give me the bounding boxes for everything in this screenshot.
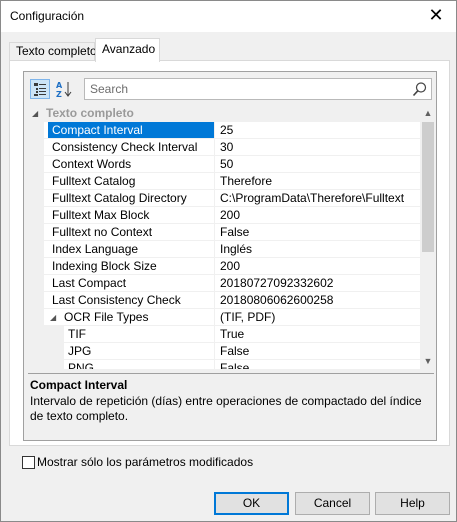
description-title: Compact Interval (30, 378, 128, 392)
property-name: Consistency Check Interval (52, 140, 198, 154)
row-margin (28, 360, 44, 369)
property-name: Context Words (52, 157, 132, 171)
property-value[interactable]: False (214, 343, 420, 360)
property-name: Compact Interval (48, 122, 214, 139)
property-value[interactable]: False (214, 224, 420, 241)
row-margin (28, 156, 44, 173)
property-row[interactable]: JPG False (28, 343, 420, 360)
row-margin (28, 258, 44, 275)
tab-avanzado[interactable]: Avanzado (95, 38, 160, 62)
property-row[interactable]: Index Language Inglés (28, 241, 420, 258)
row-margin (28, 343, 44, 360)
property-row[interactable]: Indexing Block Size 200 (28, 258, 420, 275)
property-value[interactable]: 20180806062600258 (214, 292, 420, 309)
property-value[interactable]: 200 (214, 207, 420, 224)
property-list: ◢ Texto completo Compact Interval 25 Consi… (28, 105, 420, 369)
property-value[interactable]: Inglés (214, 241, 420, 258)
property-row[interactable]: Last Consistency Check 20180806062600258 (28, 292, 420, 309)
modified-only-checkbox[interactable] (22, 456, 35, 469)
ok-button[interactable]: OK (214, 492, 289, 515)
sort-alpha-top-letter: A (56, 81, 63, 90)
property-grid: A Z ◢ Texto completo (23, 71, 437, 441)
property-name: Fulltext Catalog Directory (52, 191, 187, 205)
property-name: PNG (68, 361, 95, 369)
categorized-view-button[interactable] (30, 79, 50, 99)
category-row-texto-completo[interactable]: ◢ Texto completo (28, 105, 420, 122)
property-value[interactable]: 200 (214, 258, 420, 275)
description-pane: Compact Interval Intervalo de repetición… (28, 373, 434, 437)
property-name: Fulltext no Context (52, 225, 153, 239)
property-name: Indexing Block Size (52, 259, 157, 273)
property-name: Last Compact (52, 276, 127, 290)
category-label: Texto completo (46, 106, 134, 120)
property-row[interactable]: Context Words 50 (28, 156, 420, 173)
property-name: JPG (68, 344, 92, 358)
property-name: TIF (68, 327, 86, 341)
settings-dialog: Configuración ✕ Texto completo Avanzado (0, 0, 457, 522)
property-value[interactable]: True (214, 326, 420, 343)
row-margin (28, 275, 44, 292)
sort-alpha-bottom-letter: Z (56, 90, 62, 98)
property-name: Fulltext Catalog (52, 174, 136, 188)
child-indent (44, 326, 64, 343)
row-margin (28, 207, 44, 224)
modified-only-label[interactable]: Mostrar sólo los parámetros modificados (37, 456, 253, 469)
alphabetical-view-button[interactable]: A Z (54, 79, 74, 99)
search-input[interactable] (85, 79, 403, 99)
property-value[interactable]: 20180727092332602 (214, 275, 420, 292)
child-indent (44, 360, 64, 369)
tab-texto-completo[interactable]: Texto completo (9, 42, 97, 61)
child-indent (44, 343, 64, 360)
property-name: Last Consistency Check (52, 293, 181, 307)
property-row[interactable]: PNG False (28, 360, 420, 369)
property-row[interactable]: Fulltext Catalog Therefore (28, 173, 420, 190)
property-row[interactable]: Consistency Check Interval 30 (28, 139, 420, 156)
row-margin (28, 139, 44, 156)
property-value[interactable]: False (214, 360, 420, 369)
property-row[interactable]: Fulltext no Context False (28, 224, 420, 241)
property-row[interactable]: Compact Interval 25 (28, 122, 420, 139)
close-icon[interactable]: ✕ (424, 4, 448, 28)
property-value[interactable]: 50 (214, 156, 420, 173)
property-value[interactable]: C:\ProgramData\Therefore\Fulltext (214, 190, 420, 207)
row-margin (28, 309, 44, 326)
row-margin (28, 190, 44, 207)
expand-triangle-icon[interactable]: ◢ (50, 309, 56, 326)
property-value[interactable]: 25 (214, 122, 420, 139)
property-name: Fulltext Max Block (52, 208, 150, 222)
property-row[interactable]: TIF True (28, 326, 420, 343)
title-bar: Configuración ✕ (1, 1, 456, 32)
tab-panel-avanzado: A Z ◢ Texto completo (9, 60, 450, 446)
row-margin (28, 173, 44, 190)
collapse-triangle-icon[interactable]: ◢ (32, 105, 38, 122)
scroll-up-arrow-icon[interactable]: ▲ (420, 105, 436, 121)
property-row[interactable]: Last Compact 20180727092332602 (28, 275, 420, 292)
scroll-down-arrow-icon[interactable]: ▼ (420, 353, 436, 369)
property-row[interactable]: Fulltext Catalog Directory C:\ProgramData… (28, 190, 420, 207)
help-button[interactable]: Help (375, 492, 450, 515)
row-margin (28, 241, 44, 258)
property-value[interactable]: (TIF, PDF) (214, 309, 420, 326)
row-margin (28, 292, 44, 309)
property-name: Index Language (52, 242, 139, 256)
row-margin (28, 224, 44, 241)
property-name: OCR File Types (64, 310, 149, 324)
search-icon[interactable] (412, 81, 428, 100)
scrollbar-thumb[interactable] (422, 122, 434, 252)
cancel-button[interactable]: Cancel (295, 492, 370, 515)
row-margin (28, 122, 44, 139)
row-margin (28, 326, 44, 343)
property-value[interactable]: 30 (214, 139, 420, 156)
property-row[interactable]: ◢ OCR File Types (TIF, PDF) (28, 309, 420, 326)
window-title: Configuración (10, 9, 85, 23)
property-value[interactable]: Therefore (214, 173, 420, 190)
vertical-scrollbar[interactable]: ▲ ▼ (420, 105, 436, 369)
description-text: Intervalo de repetición (días) entre ope… (30, 394, 422, 423)
property-row[interactable]: Fulltext Max Block 200 (28, 207, 420, 224)
search-box[interactable] (84, 78, 432, 100)
categorized-view-icon (34, 83, 46, 96)
sort-alphabetical-icon: A Z (56, 81, 72, 99)
